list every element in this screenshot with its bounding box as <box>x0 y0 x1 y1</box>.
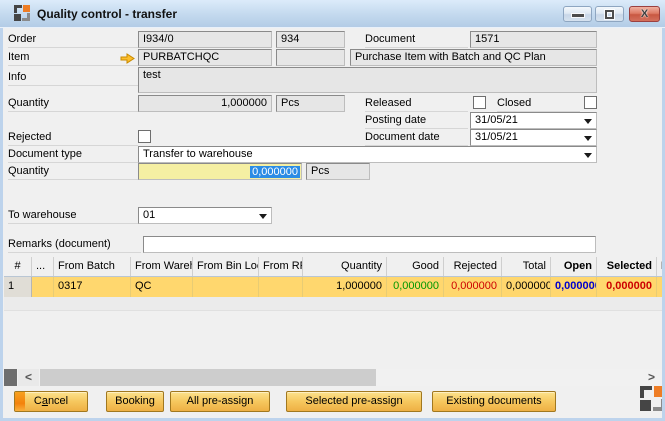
to-warehouse-value: 01 <box>143 209 155 221</box>
quality-control-transfer-dialog: Quality control - transfer X Order I934/… <box>0 0 665 421</box>
closed-checkbox[interactable] <box>584 96 597 109</box>
link-arrow-icon[interactable] <box>120 53 135 64</box>
existing-documents-button[interactable]: Existing documents <box>432 391 556 412</box>
document-field[interactable]: 1571 <box>470 31 597 48</box>
col-header-from-batch[interactable]: From Batch <box>54 257 131 276</box>
table-row[interactable]: 1 0317 QC 1,000000 0,000000 0,000000 0,0… <box>4 277 662 297</box>
transfer-quantity-label: Quantity <box>8 165 138 180</box>
to-warehouse-label: To warehouse <box>8 209 138 224</box>
document-date-value: 31/05/21 <box>475 131 518 143</box>
scroll-right-button[interactable]: > <box>641 369 662 386</box>
to-warehouse-combo[interactable]: 01 <box>138 207 272 224</box>
row-dots-cell[interactable] <box>32 277 54 297</box>
chevron-down-icon <box>259 214 267 219</box>
rejected-checkbox[interactable] <box>138 130 151 143</box>
col-header-dots[interactable]: ... <box>32 257 54 276</box>
scroll-left-button[interactable]: < <box>18 369 39 386</box>
col-header-open[interactable]: Open <box>551 257 597 276</box>
selected-pre-assign-button[interactable]: Selected pre-assign <box>286 391 422 412</box>
released-label: Released <box>365 97 468 112</box>
col-header-selected[interactable]: Selected <box>597 257 657 276</box>
col-header-total[interactable]: Total <box>502 257 551 276</box>
empty-grid-row <box>4 297 662 311</box>
closed-label: Closed <box>497 97 580 112</box>
titlebar[interactable]: Quality control - transfer X <box>0 0 665 28</box>
all-pre-assign-button[interactable]: All pre-assign <box>170 391 270 412</box>
item-code2-field[interactable] <box>276 49 345 66</box>
row-total-cell[interactable]: 0,000000 <box>502 277 551 297</box>
posting-date-combo[interactable]: 31/05/21 <box>470 112 597 129</box>
row-quantity-cell[interactable]: 1,000000 <box>303 277 387 297</box>
document-type-value: Transfer to warehouse <box>143 148 253 160</box>
document-label: Document <box>365 33 468 48</box>
close-button[interactable]: X <box>629 6 660 22</box>
col-header-good[interactable]: Good <box>387 257 444 276</box>
order-line-field[interactable]: 934 <box>276 31 345 48</box>
row-open-cell[interactable]: 0,000000 <box>551 277 597 297</box>
window-border-left <box>0 28 3 421</box>
item-description-field[interactable]: Purchase Item with Batch and QC Plan <box>350 49 597 66</box>
transfer-quantity-uom-field[interactable]: Pcs <box>306 163 370 180</box>
remarks-label: Remarks (document) <box>8 238 141 253</box>
document-type-combo[interactable]: Transfer to warehouse <box>138 146 597 163</box>
cancel-label-pre: C <box>34 395 42 407</box>
order-field[interactable]: I934/0 <box>138 31 272 48</box>
col-header-quantity[interactable]: Quantity <box>303 257 387 276</box>
col-header-rejected[interactable]: Rejected <box>444 257 502 276</box>
close-icon: X <box>630 8 659 20</box>
document-date-combo[interactable]: 31/05/21 <box>470 129 597 146</box>
row-selected-cell[interactable]: 0,000000 <box>597 277 657 297</box>
col-header-num[interactable]: # <box>4 257 32 276</box>
horizontal-scrollbar[interactable]: < > <box>4 369 662 386</box>
cancel-label-post: ncel <box>48 395 68 407</box>
row-from-batch-cell[interactable]: 0317 <box>54 277 131 297</box>
info-label: Info <box>8 71 138 86</box>
posting-date-value: 31/05/21 <box>475 114 518 126</box>
quantity-label: Quantity <box>8 97 138 112</box>
row-from-warehouse-cell[interactable]: QC <box>131 277 193 297</box>
row-number-cell[interactable]: 1 <box>4 277 32 297</box>
item-code-field[interactable]: PURBATCHQC <box>138 49 272 66</box>
rejected-label: Rejected <box>8 131 138 146</box>
lines-grid: # ... From Batch From Warehouse From Bin… <box>4 257 662 311</box>
restore-button[interactable] <box>595 6 624 22</box>
order-label: Order <box>8 33 138 48</box>
document-type-label: Document type <box>8 148 138 163</box>
col-header-from-bin[interactable]: From Bin Location <box>193 257 259 276</box>
scrollbar-corner-block <box>4 369 17 386</box>
app-logo-icon <box>14 5 31 22</box>
restore-icon <box>605 10 614 19</box>
chevron-down-icon <box>584 136 592 141</box>
scrollbar-thumb[interactable] <box>40 369 376 386</box>
row-rejected-cell[interactable]: 0,000000 <box>444 277 502 297</box>
cancel-button[interactable]: Cancel <box>14 391 88 412</box>
minimize-icon <box>572 14 584 17</box>
posting-date-label: Posting date <box>365 114 468 129</box>
chevron-down-icon <box>584 153 592 158</box>
quantity-uom-field[interactable]: Pcs <box>276 95 345 112</box>
row-good-cell[interactable]: 0,000000 <box>387 277 444 297</box>
row-from-bin-cell[interactable] <box>193 277 259 297</box>
col-header-from-rfid[interactable]: From RFID <box>259 257 303 276</box>
chevron-down-icon <box>584 119 592 124</box>
cancel-focus-stripe <box>15 392 25 411</box>
selected-text: 0,000000 <box>250 166 300 178</box>
released-checkbox[interactable] <box>473 96 486 109</box>
booking-button[interactable]: Booking <box>106 391 164 412</box>
row-from-rfid-cell[interactable] <box>259 277 303 297</box>
item-label: Item <box>8 51 138 66</box>
document-date-label: Document date <box>365 131 468 146</box>
grid-header-row: # ... From Batch From Warehouse From Bin… <box>4 257 662 277</box>
transfer-quantity-input[interactable]: 0,000000 <box>138 163 302 180</box>
col-header-from-warehouse[interactable]: From Warehouse <box>131 257 193 276</box>
window-title: Quality control - transfer <box>37 7 177 21</box>
minimize-button[interactable] <box>563 6 592 22</box>
quantity-field[interactable]: 1,000000 <box>138 95 272 112</box>
remarks-input[interactable] <box>143 236 596 253</box>
info-field[interactable]: test <box>138 67 597 93</box>
